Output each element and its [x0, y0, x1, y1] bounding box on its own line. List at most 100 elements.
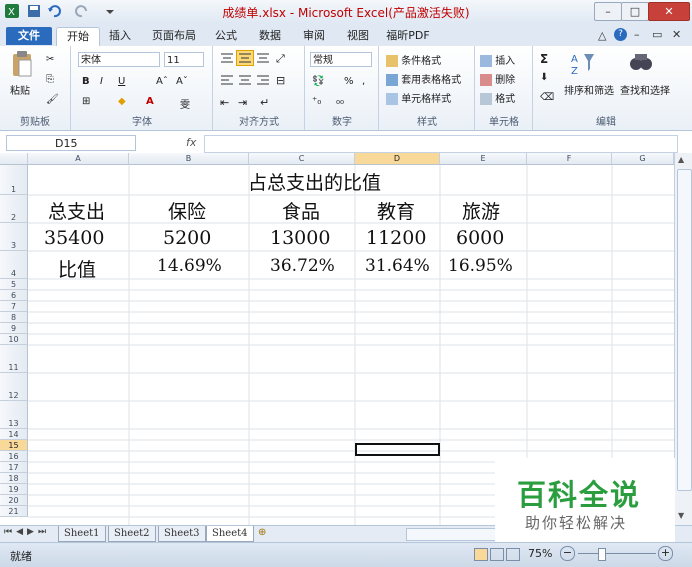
- row-header[interactable]: 12: [0, 373, 28, 401]
- align-middle-icon[interactable]: [236, 50, 254, 66]
- column-header-g[interactable]: G: [612, 153, 674, 165]
- column-header-c[interactable]: C: [249, 153, 355, 165]
- shrink-font-icon[interactable]: Aˇ: [176, 76, 188, 87]
- border-icon[interactable]: ⊞: [82, 96, 90, 107]
- row-header[interactable]: 9: [0, 323, 28, 334]
- row-header[interactable]: 2: [0, 195, 28, 223]
- vertical-scrollbar[interactable]: ▲ ▼: [674, 153, 692, 525]
- row-header[interactable]: 7: [0, 301, 28, 312]
- row-header[interactable]: 16: [0, 451, 28, 462]
- sheet-tab-3[interactable]: Sheet3: [158, 526, 206, 542]
- cell-value-education[interactable]: 11200: [366, 227, 426, 249]
- name-box[interactable]: D15: [6, 135, 136, 151]
- sort-filter-button[interactable]: 排序和筛选: [564, 82, 614, 97]
- column-header-a[interactable]: A: [28, 153, 129, 165]
- cell-styles-button[interactable]: 单元格样式: [386, 90, 451, 105]
- cell-value-insurance[interactable]: 5200: [163, 227, 211, 249]
- insert-function-icon[interactable]: fx: [186, 136, 196, 149]
- maximize-button[interactable]: □: [621, 2, 649, 21]
- zoom-slider-track[interactable]: [578, 553, 656, 554]
- active-cell-outline[interactable]: [355, 443, 440, 456]
- column-header-f[interactable]: F: [527, 153, 612, 165]
- minimize-button[interactable]: –: [594, 2, 622, 21]
- align-bottom-icon[interactable]: [256, 52, 270, 64]
- sheet-tab-4[interactable]: Sheet4: [206, 526, 254, 542]
- row-header[interactable]: 13: [0, 401, 28, 429]
- fill-icon[interactable]: ⬇: [540, 72, 548, 83]
- paste-button[interactable]: 粘贴: [10, 82, 30, 97]
- number-format-select[interactable]: 常规: [310, 52, 372, 67]
- increase-decimal-icon[interactable]: ⁺₀: [312, 96, 321, 107]
- cell-ratio-education[interactable]: 31.64%: [365, 256, 430, 276]
- zoom-in-button[interactable]: +: [658, 546, 673, 561]
- find-select-button[interactable]: 查找和选择: [620, 82, 670, 97]
- row-header[interactable]: 20: [0, 495, 28, 506]
- insert-cells-button[interactable]: 插入: [480, 52, 515, 67]
- tab-home[interactable]: 开始: [56, 27, 100, 46]
- tab-insert[interactable]: 插入: [102, 27, 138, 45]
- align-center-icon[interactable]: [238, 74, 252, 86]
- copy-icon[interactable]: ⎘: [46, 74, 54, 85]
- row-header[interactable]: 21: [0, 506, 28, 517]
- orientation-icon[interactable]: ⤢: [276, 52, 285, 66]
- scroll-thumb[interactable]: [677, 169, 692, 491]
- find-select-icon[interactable]: [628, 50, 654, 76]
- zoom-slider-thumb[interactable]: [598, 548, 606, 561]
- close-button[interactable]: ✕: [648, 2, 690, 21]
- currency-icon[interactable]: 💱: [312, 76, 324, 87]
- row-header[interactable]: 14: [0, 429, 28, 440]
- align-top-icon[interactable]: [220, 52, 234, 64]
- merge-center-icon[interactable]: ⊟: [276, 74, 285, 87]
- workbook-minimize-button[interactable]: –: [634, 28, 640, 41]
- decrease-indent-icon[interactable]: ⇤: [220, 96, 229, 109]
- ribbon-minimize-icon[interactable]: △: [598, 29, 606, 42]
- format-as-table-button[interactable]: 套用表格格式: [386, 71, 461, 86]
- row-header[interactable]: 4: [0, 251, 28, 279]
- percent-icon[interactable]: %: [344, 76, 354, 87]
- tab-view[interactable]: 视图: [340, 27, 376, 45]
- row-header[interactable]: 11: [0, 345, 28, 373]
- row-header[interactable]: 17: [0, 462, 28, 473]
- cell-ratio-travel[interactable]: 16.95%: [448, 256, 513, 276]
- column-header-e[interactable]: E: [440, 153, 527, 165]
- cell-header-total[interactable]: 总支出: [48, 197, 105, 224]
- row-header[interactable]: 18: [0, 473, 28, 484]
- row-header[interactable]: 5: [0, 279, 28, 290]
- format-painter-icon[interactable]: 🖌: [46, 94, 59, 105]
- cell-value-food[interactable]: 13000: [270, 227, 330, 249]
- cell-value-travel[interactable]: 6000: [456, 227, 504, 249]
- tab-formulas[interactable]: 公式: [208, 27, 244, 45]
- column-header-b[interactable]: B: [129, 153, 249, 165]
- zoom-level[interactable]: 75%: [528, 547, 552, 560]
- cell-header-food[interactable]: 食品: [282, 197, 320, 224]
- workbook-restore-button[interactable]: ▭: [652, 28, 662, 41]
- row-header[interactable]: 15: [0, 440, 28, 451]
- row-header[interactable]: 3: [0, 223, 28, 251]
- horizontal-scrollbar[interactable]: [406, 528, 496, 541]
- cut-icon[interactable]: ✂: [46, 54, 54, 65]
- font-color-icon[interactable]: A: [146, 96, 154, 107]
- cell-ratio-label[interactable]: 比值: [58, 255, 96, 282]
- autosum-button[interactable]: Σ: [540, 52, 548, 66]
- scroll-down-icon[interactable]: ▼: [678, 511, 684, 520]
- row-header[interactable]: 8: [0, 312, 28, 323]
- cell-header-travel[interactable]: 旅游: [462, 197, 500, 224]
- tab-page-layout[interactable]: 页面布局: [146, 27, 202, 45]
- increase-indent-icon[interactable]: ⇥: [238, 96, 247, 109]
- tab-foxit-pdf[interactable]: 福昕PDF: [382, 27, 434, 45]
- normal-view-icon[interactable]: [474, 548, 488, 561]
- decrease-decimal-icon[interactable]: ₀₀: [336, 96, 344, 107]
- tab-review[interactable]: 审阅: [296, 27, 332, 45]
- cell-header-education[interactable]: 教育: [377, 197, 415, 224]
- fill-color-icon[interactable]: ◆: [118, 96, 126, 107]
- underline-button[interactable]: U: [118, 76, 125, 87]
- formula-input[interactable]: [204, 135, 678, 153]
- page-layout-view-icon[interactable]: [490, 548, 504, 561]
- column-header-d[interactable]: D: [355, 153, 440, 165]
- comma-style-icon[interactable]: ,: [362, 76, 365, 87]
- sort-filter-icon[interactable]: AZ: [570, 50, 596, 77]
- row-header[interactable]: 10: [0, 334, 28, 345]
- cell-ratio-food[interactable]: 36.72%: [270, 256, 335, 276]
- cell-ratio-insurance[interactable]: 14.69%: [157, 256, 222, 276]
- scroll-up-icon[interactable]: ▲: [678, 155, 684, 164]
